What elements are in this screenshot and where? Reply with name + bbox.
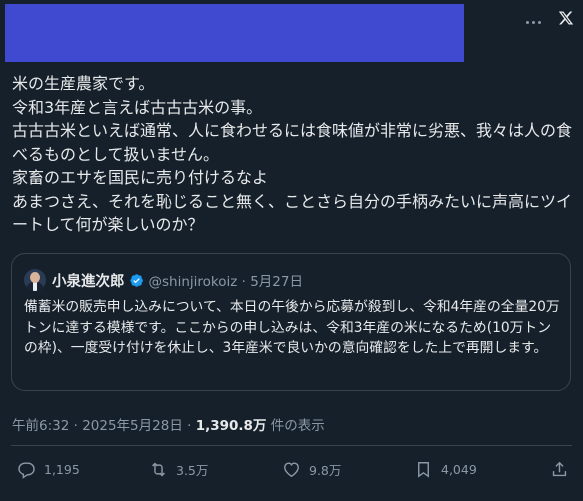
divider — [11, 445, 572, 446]
reply-button[interactable]: 1,195 — [17, 460, 80, 479]
dot — [531, 20, 535, 24]
quoted-post[interactable]: 小泉進次郎 @shinjirokoiz · 5月27日 備蓄米の販売申し込みにつ… — [11, 253, 571, 391]
repost-count: 3.5万 — [176, 463, 209, 478]
view-count: 1,390.8万 — [195, 418, 267, 434]
dot — [537, 20, 541, 24]
quoted-post-text: 備蓄米の販売申し込みについて、本日の午後から応募が殺到し、令和4年産の全量20万… — [24, 299, 560, 356]
bookmark-count: 4,049 — [441, 462, 477, 477]
quoted-post-header: 小泉進次郎 @shinjirokoiz · 5月27日 — [24, 268, 303, 292]
like-count: 9.8万 — [309, 463, 342, 478]
verified-badge-icon — [129, 273, 143, 287]
avatar[interactable] — [24, 269, 46, 291]
heart-icon — [284, 462, 299, 478]
bookmark-icon — [418, 462, 429, 478]
like-button[interactable]: 9.8万 — [282, 460, 341, 479]
view-label: 件の表示 — [266, 418, 325, 434]
more-options-icon[interactable] — [519, 12, 547, 32]
x-logo-icon[interactable] — [558, 10, 574, 26]
repost-button[interactable]: 3.5万 — [149, 460, 208, 479]
quoted-author-name[interactable]: 小泉進次郎 — [52, 270, 125, 291]
action-bar: 1,195 3.5万 9.8万 4,049 — [0, 460, 583, 484]
bookmark-button[interactable]: 4,049 — [414, 460, 477, 479]
post-metadata: 午前6:32 · 2025年5月28日 · 1,390.8万 件の表示 — [12, 414, 325, 434]
quoted-handle-date: @shinjirokoiz · 5月27日 — [148, 274, 304, 290]
dot — [525, 20, 529, 24]
repost-icon — [152, 462, 165, 477]
share-icon — [552, 461, 567, 477]
post-timestamp[interactable]: 午前6:32 · 2025年5月28日 · — [12, 418, 196, 434]
redacted-user-header — [5, 4, 464, 62]
reply-icon — [18, 462, 35, 479]
reply-count: 1,195 — [44, 462, 80, 477]
share-button[interactable] — [550, 460, 577, 479]
post-text: 米の生産農家です。 令和3年産と言えば古古古米の事。 古古古米といえば通常、人に… — [12, 74, 573, 234]
